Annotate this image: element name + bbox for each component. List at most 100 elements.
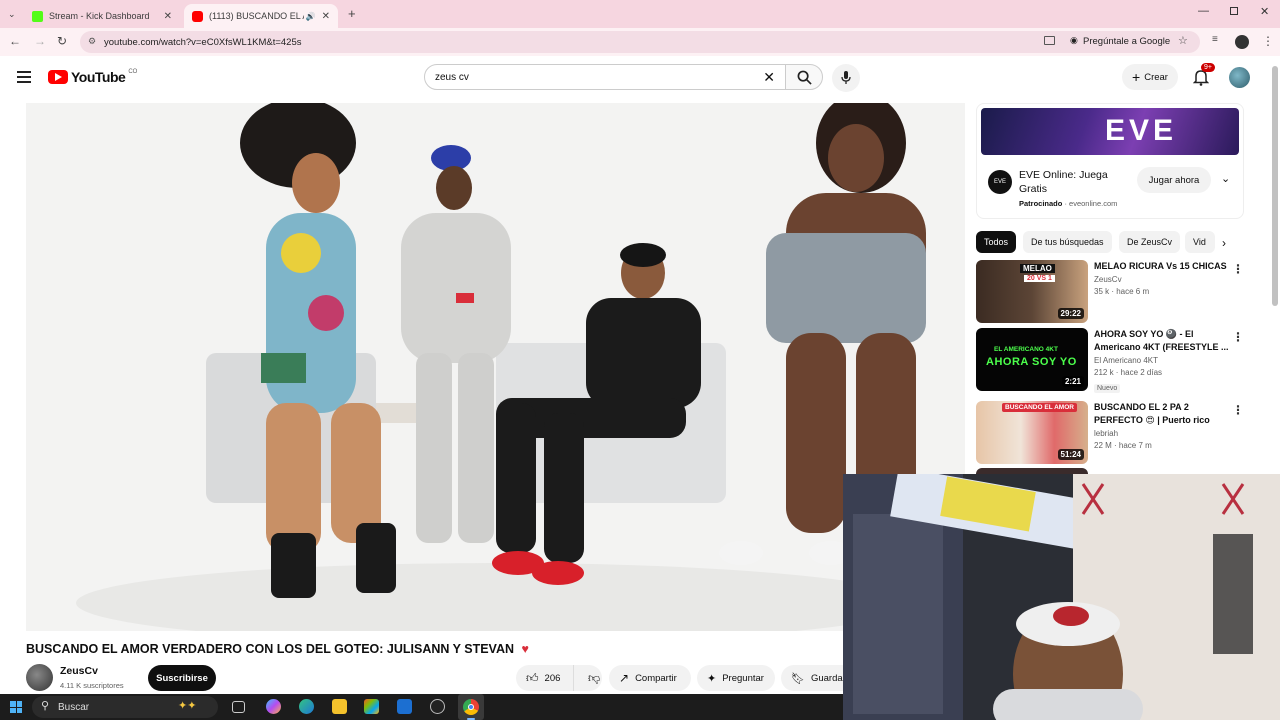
more-actions-icon[interactable]: ⋮ bbox=[1232, 403, 1244, 417]
address-bar-row: ← → ↻ ⚙ youtube.com/watch?v=eC0XfsWL1KM&… bbox=[0, 28, 1280, 56]
task-view-icon[interactable] bbox=[232, 701, 245, 713]
sparkle-icon: ✦ bbox=[707, 672, 717, 685]
reload-icon[interactable]: ↻ bbox=[57, 34, 67, 48]
hamburger-menu-icon[interactable] bbox=[17, 71, 31, 83]
browser-menu-icon[interactable]: ⋮ bbox=[1262, 34, 1274, 48]
tab-list-icon[interactable]: ⌄ bbox=[8, 9, 16, 20]
tab-kick-dashboard[interactable]: Stream - Kick Dashboard ✕ bbox=[24, 4, 180, 28]
ad-advertiser-logo: EVE bbox=[988, 170, 1012, 194]
url-bar[interactable]: ⚙ youtube.com/watch?v=eC0XfsWL1KM&t=425s… bbox=[80, 31, 1200, 53]
notifications-button[interactable]: 9+ bbox=[1193, 63, 1215, 86]
back-icon[interactable]: ← bbox=[9, 34, 21, 48]
ask-button[interactable]: ✦ Preguntar bbox=[697, 665, 775, 691]
bookmark-icon: 🔖︎ bbox=[791, 672, 805, 685]
subscribe-button[interactable]: Suscribirse bbox=[148, 665, 216, 691]
recommended-video[interactable]: BUSCANDO EL AMOR 51:24 BUSCANDO EL 2 PA … bbox=[976, 401, 1252, 465]
video-player[interactable] bbox=[26, 103, 965, 631]
thumbs-down-icon: 👎︎ bbox=[588, 670, 601, 685]
media-controls-icon[interactable]: ≡ bbox=[1212, 34, 1218, 45]
video-channel[interactable]: lebriah bbox=[1094, 429, 1234, 438]
taskbar-search[interactable]: ⚲ Buscar ✦✦ bbox=[32, 696, 218, 718]
chip-from-your-searches[interactable]: De tus búsquedas bbox=[1023, 231, 1112, 253]
ad-banner-image[interactable]: EVE bbox=[981, 108, 1239, 155]
video-meta: 22 M · hace 7 m bbox=[1094, 441, 1152, 450]
google-lens-icon[interactable]: ◉ bbox=[1070, 35, 1078, 46]
thumbnail-text: BUSCANDO EL AMOR bbox=[1002, 403, 1077, 412]
recommended-video[interactable]: MELAO 20 VS 1 29:22 MELAO RICURA Vs 15 C… bbox=[976, 260, 1252, 324]
account-avatar[interactable] bbox=[1229, 67, 1250, 88]
tab-youtube-video[interactable]: (1113) BUSCANDO EL AMO 🔊 ✕ bbox=[184, 4, 338, 28]
recommended-video[interactable]: EL AMERICANO 4KT AHORA SOY YO 2:21 AHORA… bbox=[976, 328, 1252, 393]
dislike-button[interactable]: 👎︎ bbox=[580, 671, 600, 686]
ad-title: EVE Online: Juega Gratis bbox=[1019, 169, 1108, 195]
video-frame bbox=[26, 103, 965, 631]
copilot-icon[interactable] bbox=[266, 699, 281, 714]
search-icon bbox=[797, 70, 812, 85]
channel-name[interactable]: ZeusCv bbox=[60, 665, 98, 677]
share-icon: ↗ bbox=[619, 671, 630, 685]
like-button[interactable]: 👍︎ 206 bbox=[516, 665, 574, 691]
obs-icon[interactable] bbox=[430, 699, 445, 714]
video-info: MELAO RICURA Vs 15 CHICAS ZeusCv 35 k · … bbox=[1094, 260, 1234, 296]
windows-taskbar: ⚲ Buscar ✦✦ bbox=[0, 694, 843, 720]
page-scrollbar[interactable] bbox=[1272, 66, 1278, 306]
speaker-icon[interactable]: 🔊 bbox=[306, 12, 316, 21]
thumbnail-text: AHORA SOY YO bbox=[986, 356, 1077, 368]
new-tab-icon[interactable]: + bbox=[348, 6, 356, 21]
ad-cta-button[interactable]: Jugar ahora bbox=[1137, 167, 1211, 193]
close-tab-icon[interactable]: ✕ bbox=[164, 11, 172, 22]
app-icon[interactable] bbox=[397, 699, 412, 714]
site-info-icon[interactable]: ⚙ bbox=[88, 36, 96, 47]
video-channel[interactable]: ZeusCv bbox=[1094, 275, 1234, 284]
voice-search-button[interactable] bbox=[832, 64, 860, 92]
video-duration: 51:24 bbox=[1057, 449, 1084, 460]
ask-google-button[interactable]: Pregúntale a Google bbox=[1083, 36, 1170, 47]
minimize-icon[interactable]: — bbox=[1198, 5, 1209, 17]
windows-start-icon[interactable] bbox=[10, 701, 22, 713]
save-button[interactable]: 🔖︎ Guardar bbox=[781, 665, 846, 691]
video-info: BUSCANDO EL 2 PA 2 PERFECTO 😍 | Puerto r… bbox=[1094, 401, 1234, 450]
store-icon[interactable] bbox=[364, 699, 379, 714]
chips-next-icon[interactable]: › bbox=[1222, 236, 1226, 250]
video-title[interactable]: BUSCANDO EL 2 PA 2 PERFECTO 😍 | Puerto r… bbox=[1094, 401, 1234, 427]
search-button[interactable] bbox=[785, 64, 823, 90]
video-title: BUSCANDO EL AMOR VERDADERO CON LOS DEL G… bbox=[26, 642, 529, 656]
like-dislike-group: 👍︎ 206 👎︎ bbox=[516, 665, 602, 691]
create-button[interactable]: + Crear bbox=[1122, 64, 1178, 90]
video-meta: 212 k · hace 2 días bbox=[1094, 368, 1163, 377]
video-channel[interactable]: El Americano 4KT bbox=[1094, 356, 1234, 365]
share-button[interactable]: ↗ Compartir bbox=[609, 665, 691, 691]
video-thumbnail[interactable]: MELAO 20 VS 1 29:22 bbox=[976, 260, 1088, 323]
tab-title: (1113) BUSCANDO EL AMO bbox=[209, 11, 304, 21]
youtube-logo[interactable]: YouTube CO bbox=[48, 69, 137, 85]
thumbnail-text: MELAO bbox=[1020, 264, 1055, 273]
bookmark-star-icon[interactable]: ☆ bbox=[1178, 34, 1188, 47]
restore-icon[interactable] bbox=[1230, 7, 1238, 15]
chip-all[interactable]: Todos bbox=[976, 231, 1017, 253]
channel-avatar[interactable] bbox=[26, 664, 53, 691]
cast-icon[interactable] bbox=[1044, 36, 1055, 45]
more-actions-icon[interactable]: ⋮ bbox=[1232, 262, 1244, 276]
profile-avatar[interactable] bbox=[1235, 35, 1249, 49]
url-text: youtube.com/watch?v=eC0XfsWL1KM&t=425s bbox=[104, 36, 302, 48]
chip-videos[interactable]: Vid bbox=[1185, 231, 1215, 253]
ad-expand-icon[interactable]: ⌄ bbox=[1221, 172, 1230, 185]
forward-icon[interactable]: → bbox=[34, 34, 46, 48]
edge-icon[interactable] bbox=[299, 699, 314, 714]
heart-emoji-icon: ♥ bbox=[521, 642, 529, 656]
video-title[interactable]: AHORA SOY YO 🎱 - El Americano 4KT (FREES… bbox=[1094, 328, 1234, 354]
chrome-taskbar-button[interactable] bbox=[458, 694, 484, 720]
video-thumbnail[interactable]: EL AMERICANO 4KT AHORA SOY YO 2:21 bbox=[976, 328, 1088, 391]
close-window-icon[interactable]: ✕ bbox=[1260, 5, 1269, 18]
video-thumbnail[interactable]: BUSCANDO EL AMOR 51:24 bbox=[976, 401, 1088, 464]
sponsored-ad-card[interactable]: EVE EVE EVE Online: Juega Gratis Patroci… bbox=[976, 103, 1244, 219]
more-actions-icon[interactable]: ⋮ bbox=[1232, 330, 1244, 344]
youtube-play-icon bbox=[48, 70, 68, 84]
file-explorer-icon[interactable] bbox=[332, 699, 347, 714]
search-input[interactable]: zeus cv ✕ bbox=[424, 64, 786, 90]
chip-from-zeuscv[interactable]: De ZeusCv bbox=[1119, 231, 1181, 253]
plus-icon: + bbox=[1132, 69, 1141, 85]
video-title[interactable]: MELAO RICURA Vs 15 CHICAS bbox=[1094, 260, 1234, 273]
close-tab-icon[interactable]: ✕ bbox=[322, 11, 330, 22]
clear-search-icon[interactable]: ✕ bbox=[763, 69, 775, 86]
